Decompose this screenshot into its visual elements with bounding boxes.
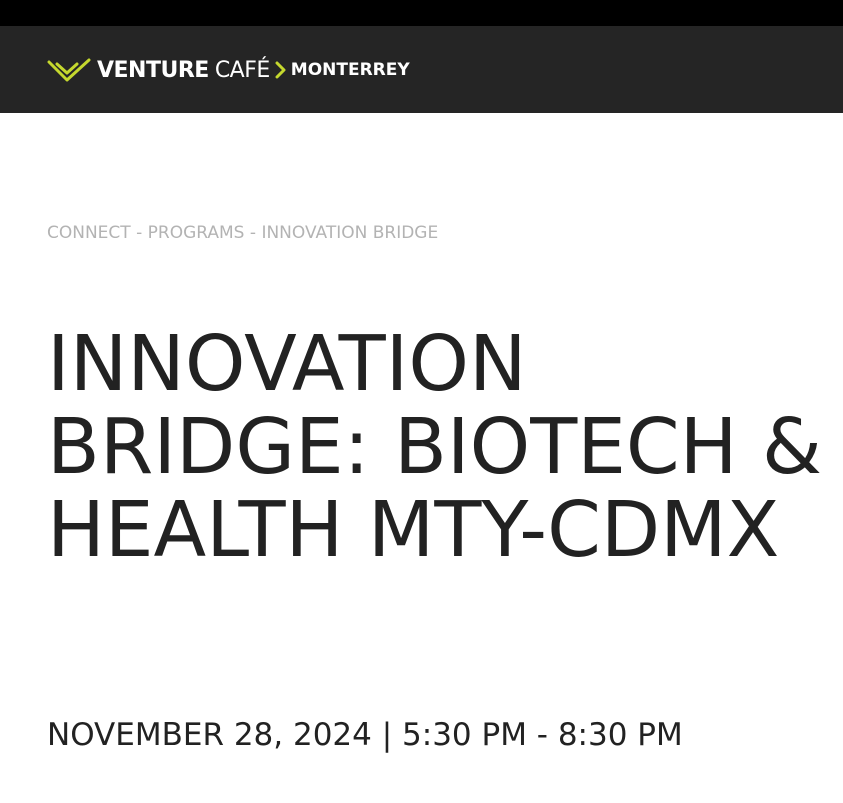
venture-cafe-check-icon: [47, 58, 91, 82]
page-title: INNOVATION BRIDGE: BIOTECH & HEALTH MTY-…: [47, 320, 823, 575]
logo-cafe-text: CAFÉ: [214, 57, 270, 83]
chevron-right-icon: [275, 61, 286, 79]
breadcrumb-programs[interactable]: PROGRAMS: [148, 223, 245, 243]
breadcrumb-separator: -: [249, 223, 257, 243]
logo-city-text: MONTERREY: [290, 60, 410, 80]
breadcrumb-innovation-bridge[interactable]: INNOVATION BRIDGE: [261, 223, 438, 243]
site-header: VENTURE CAFÉ MONTERREY: [0, 26, 843, 113]
breadcrumb: CONNECT - PROGRAMS - INNOVATION BRIDGE: [47, 223, 438, 245]
venture-cafe-logo-link[interactable]: VENTURE CAFÉ MONTERREY: [47, 56, 410, 84]
event-date-time: NOVEMBER 28, 2024 | 5:30 PM - 8:30 PM: [47, 717, 683, 753]
logo-venture-text: VENTURE: [97, 57, 209, 83]
top-black-bar: [0, 0, 843, 26]
breadcrumb-separator: -: [136, 223, 143, 243]
breadcrumb-connect[interactable]: CONNECT: [47, 223, 131, 243]
